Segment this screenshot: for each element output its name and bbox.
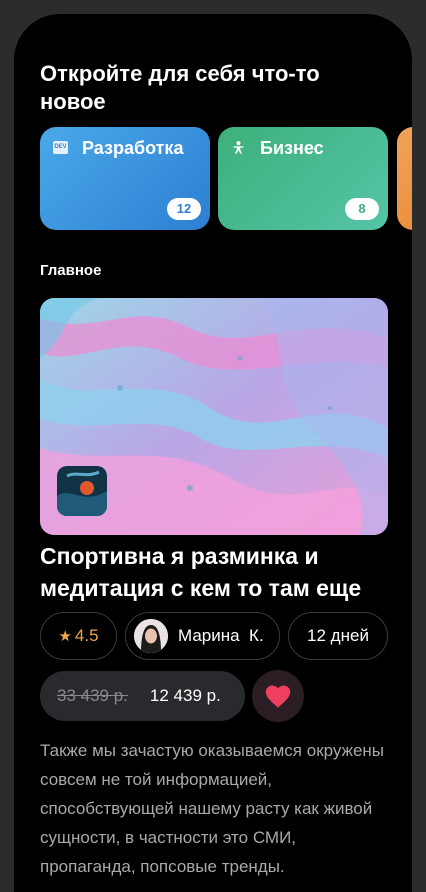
category-card-development[interactable]: DEV Разработка 12: [40, 127, 210, 230]
old-price: 33 439 р.: [57, 686, 128, 705]
phone-frame: Откройте для себя что-то новое DEV Разра…: [0, 0, 426, 892]
course-title: Спортивна я разминка и медитация с кем т…: [40, 543, 362, 601]
course-thumbnail: [57, 466, 107, 516]
page-title: Откройте для себя что-то новое: [40, 61, 320, 114]
dev-icon: DEV: [53, 141, 68, 154]
course-description: Также мы зачастую оказываемся окружены с…: [40, 741, 385, 876]
star-icon: ★: [58, 628, 72, 645]
rating-value: 4.5: [74, 626, 99, 645]
avatar: [134, 619, 168, 653]
person-icon: [233, 141, 244, 154]
duration-pill: 12 дней: [288, 612, 388, 660]
category-label: Разработка: [82, 138, 184, 158]
screen: Откройте для себя что-то новое DEV Разра…: [14, 14, 412, 892]
category-label: Бизнес: [260, 138, 324, 158]
rating-pill: ★ 4.5: [40, 612, 117, 660]
author-name: Марина К.: [178, 626, 264, 645]
categories-carousel[interactable]: DEV Разработка 12 Бизнес 8: [40, 127, 412, 230]
author-pill[interactable]: Марина К.: [125, 612, 280, 660]
heart-icon: [265, 685, 291, 708]
current-price: 12 439 р.: [149, 686, 221, 705]
price-pill[interactable]: 33 439 р. 12 439 р.: [40, 671, 245, 721]
section-heading: Главное: [40, 262, 102, 279]
category-count-badge: 8: [345, 198, 379, 220]
category-count-badge: 12: [167, 198, 201, 220]
favorite-button[interactable]: [252, 670, 304, 722]
category-card-partial[interactable]: [397, 127, 412, 230]
course-cover-image[interactable]: [40, 298, 388, 535]
category-card-business[interactable]: Бизнес 8: [218, 127, 388, 230]
